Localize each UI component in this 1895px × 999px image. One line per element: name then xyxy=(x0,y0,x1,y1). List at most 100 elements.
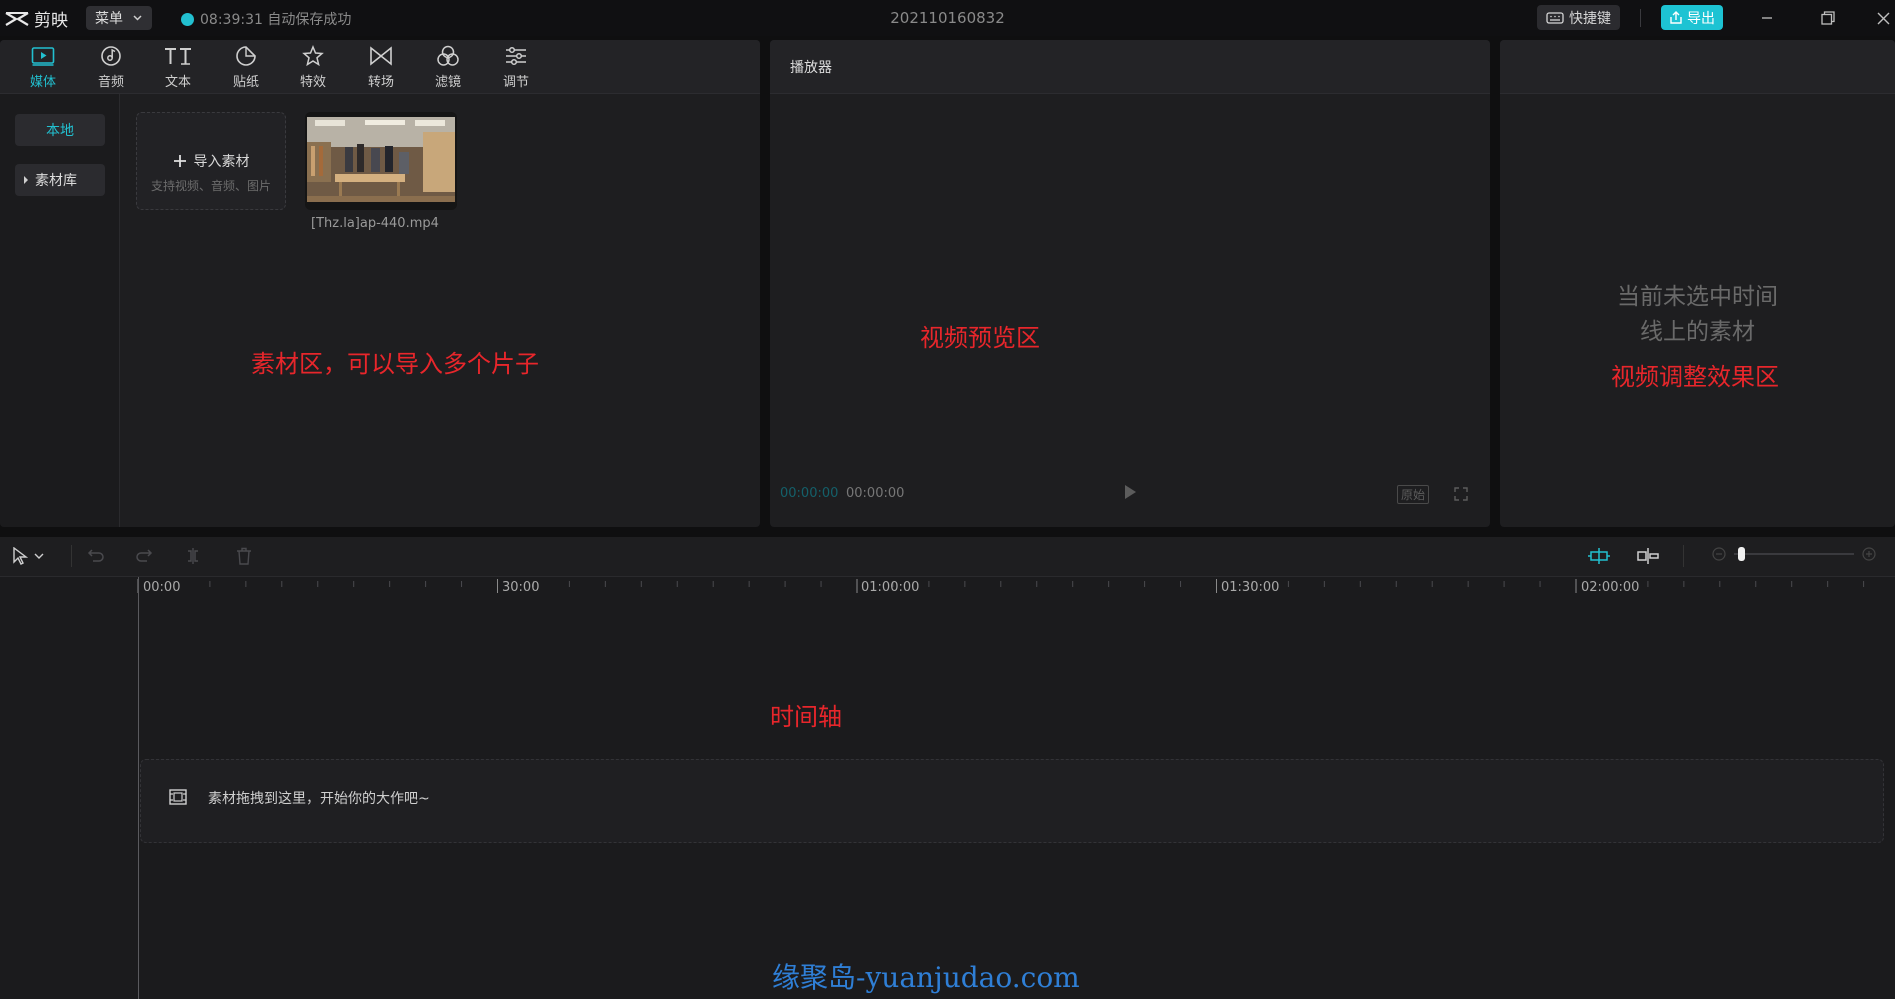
menu-button[interactable]: 菜单 xyxy=(86,6,152,30)
tick-label: 01:30:00 xyxy=(1221,580,1280,595)
tab-label: 贴纸 xyxy=(232,75,259,90)
shortcut-button[interactable]: 快捷键 xyxy=(1537,5,1620,30)
minimize-button[interactable] xyxy=(1752,5,1782,31)
tick-label: 00:00 xyxy=(143,580,181,595)
empty-line-2: 线上的素材 xyxy=(1640,319,1755,345)
sidebar-item-library[interactable]: 素材库 xyxy=(15,164,105,196)
tick-label: 02:00:00 xyxy=(1581,580,1640,595)
track-drop-zone[interactable]: 素材拖拽到这里，开始你的大作吧~ xyxy=(140,759,1884,843)
divider xyxy=(1640,9,1641,27)
app-logo: 剪映 xyxy=(4,6,68,31)
sidebar-item-label: 素材库 xyxy=(35,173,77,189)
check-icon xyxy=(181,12,194,26)
attributes-empty-message: 当前未选中时间 线上的素材 xyxy=(1500,280,1895,350)
linkage-button[interactable] xyxy=(1636,547,1660,565)
fullscreen-icon xyxy=(1454,487,1468,501)
delete-button[interactable] xyxy=(236,547,252,565)
text-icon xyxy=(165,48,191,65)
app-name: 剪映 xyxy=(34,11,68,31)
zoom-slider-thumb[interactable] xyxy=(1738,547,1745,561)
audio-icon xyxy=(101,46,121,66)
tab-label: 文本 xyxy=(164,75,191,90)
select-tool-button[interactable] xyxy=(12,547,44,565)
import-button[interactable]: 导入素材 xyxy=(137,151,285,171)
tab-label: 滤镜 xyxy=(434,75,461,90)
tab-label: 转场 xyxy=(367,75,394,90)
sidebar-item-local[interactable]: 本地 xyxy=(15,114,105,146)
chevron-down-icon xyxy=(34,553,44,559)
fullscreen-button[interactable] xyxy=(1454,486,1468,505)
tab-label: 音频 xyxy=(97,75,124,90)
current-timecode: 00:00:00 xyxy=(780,486,839,501)
media-filename: [Thz.la]ap-440.mp4 xyxy=(311,216,439,231)
player-title: 播放器 xyxy=(790,60,832,76)
undo-button[interactable] xyxy=(87,547,105,563)
title-bar: 剪映 菜单 08:39:31 自动保存成功 202110160832 快捷键 导… xyxy=(0,0,1895,36)
empty-line-1: 当前未选中时间 xyxy=(1617,284,1778,310)
player-header: 播放器 xyxy=(770,40,1490,94)
autosave-status: 08:39:31 自动保存成功 xyxy=(181,9,351,29)
tab-audio[interactable]: 音频 xyxy=(86,44,136,92)
import-media-card[interactable]: 导入素材 支持视频、音频、图片 xyxy=(136,112,286,210)
split-icon xyxy=(188,548,198,564)
play-icon xyxy=(1125,485,1136,499)
menu-label: 菜单 xyxy=(95,11,123,27)
media-thumbnail[interactable] xyxy=(305,112,457,210)
aspect-ratio-button[interactable]: 原始 xyxy=(1397,485,1430,504)
tab-label: 媒体 xyxy=(29,75,56,90)
filter-icon xyxy=(437,45,459,66)
close-icon xyxy=(1877,12,1889,24)
playhead[interactable] xyxy=(138,577,139,999)
zoom-out-icon[interactable] xyxy=(1712,547,1726,561)
annotation-timeline-area: 时间轴 xyxy=(770,703,842,731)
annotation-media-area: 素材区，可以导入多个片子 xyxy=(251,350,539,378)
undo-icon xyxy=(87,549,104,562)
divider xyxy=(1683,545,1684,567)
media-sidebar: 本地 素材库 xyxy=(0,94,120,527)
zoom-slider[interactable] xyxy=(1734,547,1854,561)
play-button[interactable] xyxy=(1123,484,1137,504)
watermark: 缘聚岛-yuanjudao.com xyxy=(772,961,1080,994)
zoom-in-icon[interactable] xyxy=(1862,547,1876,561)
zoom-control xyxy=(1712,547,1876,561)
restore-button[interactable] xyxy=(1813,5,1843,31)
export-icon xyxy=(1670,10,1682,24)
split-button[interactable] xyxy=(185,547,201,565)
import-hint: 支持视频、音频、图片 xyxy=(150,179,271,193)
timeline-panel: 00:00 30:00 01:00:00 01:30:00 02:00:00 时… xyxy=(0,537,1895,999)
sticker-icon xyxy=(236,46,256,66)
cursor-icon xyxy=(13,547,28,565)
snap-icon xyxy=(1588,548,1610,564)
tab-effects[interactable]: 特效 xyxy=(288,44,338,92)
tab-filter[interactable]: 滤镜 xyxy=(423,44,473,92)
tab-media[interactable]: 媒体 xyxy=(18,44,68,92)
caret-right-icon xyxy=(24,176,28,184)
media-icon xyxy=(31,47,55,66)
tick-label: 01:00:00 xyxy=(861,580,920,595)
media-tabs-bar: 媒体 音频 文本 贴纸 特效 转场 滤镜 调节 xyxy=(0,40,760,94)
link-icon xyxy=(1637,548,1659,564)
tick-label: 30:00 xyxy=(502,580,540,595)
chevron-down-icon xyxy=(133,15,142,21)
close-button[interactable] xyxy=(1872,5,1894,31)
magnet-snap-button[interactable] xyxy=(1587,547,1611,565)
film-icon xyxy=(169,789,187,805)
redo-button[interactable] xyxy=(135,547,153,563)
tab-text[interactable]: 文本 xyxy=(153,44,203,92)
transition-icon xyxy=(370,46,392,66)
tab-sticker[interactable]: 贴纸 xyxy=(221,44,271,92)
drop-hint: 素材拖拽到这里，开始你的大作吧~ xyxy=(208,791,430,807)
player-panel: 播放器 视频预览区 00:00:00 00:00:00 原始 xyxy=(770,40,1490,527)
minimize-icon xyxy=(1762,17,1772,19)
redo-icon xyxy=(136,549,153,562)
total-timecode: 00:00:00 xyxy=(846,486,905,501)
tab-adjust[interactable]: 调节 xyxy=(491,44,541,92)
plus-icon xyxy=(173,155,186,167)
trash-icon xyxy=(237,547,251,565)
tab-transition[interactable]: 转场 xyxy=(356,44,406,92)
attributes-panel: 当前未选中时间 线上的素材 视频调整效果区 xyxy=(1500,40,1895,527)
divider xyxy=(71,545,72,567)
keyboard-icon xyxy=(1546,11,1564,24)
export-button[interactable]: 导出 xyxy=(1661,5,1723,30)
time-ruler[interactable]: 00:00 30:00 01:00:00 01:30:00 02:00:00 xyxy=(0,577,1895,599)
